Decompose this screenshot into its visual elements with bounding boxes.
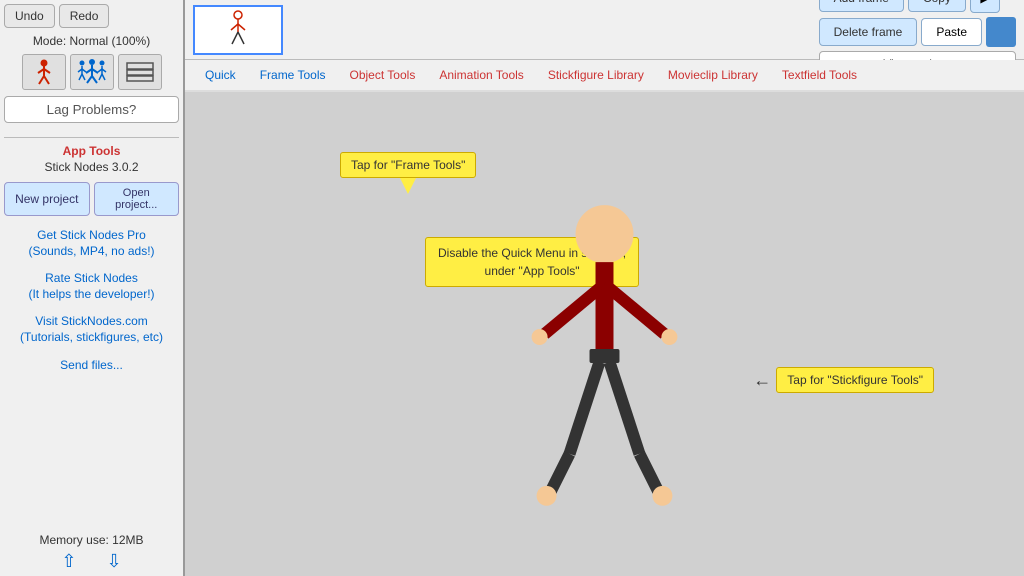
- left-arrow-indicator: ←: [753, 370, 771, 391]
- frame-thumbnail-area: [193, 5, 283, 55]
- stick-person-icon[interactable]: [22, 54, 66, 90]
- visit-button[interactable]: Visit StickNodes.com (Tutorials, stickfi…: [4, 310, 179, 349]
- main-stickfigure: [185, 92, 1024, 576]
- new-project-button[interactable]: New project: [4, 182, 90, 216]
- redo-button[interactable]: Redo: [59, 4, 110, 28]
- layers-icon[interactable]: [118, 54, 162, 90]
- tab-stickfigure-library[interactable]: Stickfigure Library: [536, 62, 656, 88]
- scroll-down-button[interactable]: ⇩: [107, 551, 122, 572]
- copy-button[interactable]: Copy: [908, 0, 966, 12]
- tab-quick[interactable]: Quick: [193, 62, 248, 88]
- send-files-button[interactable]: Send files...: [4, 354, 179, 378]
- top-right-row-1: Add frame Copy ▶: [819, 0, 1016, 13]
- open-project-button[interactable]: Open project...: [94, 182, 180, 216]
- lag-problems-button[interactable]: Lag Problems?: [4, 96, 179, 123]
- undo-button[interactable]: Undo: [4, 4, 55, 28]
- stickfigure-tools-tooltip: Tap for "Stickfigure Tools": [776, 367, 934, 393]
- paste-button[interactable]: Paste: [921, 18, 982, 46]
- canvas-area[interactable]: Tap for "Frame Tools" Disable the Quick …: [185, 92, 1024, 576]
- app-tools-title: App Tools: [4, 144, 179, 158]
- play-button[interactable]: ▶: [970, 0, 1000, 13]
- top-bar: Add frame Copy ▶ Delete frame Paste View…: [185, 0, 1024, 60]
- tab-textfield-tools[interactable]: Textfield Tools: [770, 62, 869, 88]
- tab-bar: Quick Frame Tools Object Tools Animation…: [185, 60, 1024, 92]
- new-open-row: New project Open project...: [4, 182, 179, 216]
- tab-object-tools[interactable]: Object Tools: [338, 62, 428, 88]
- top-right-row-2: Delete frame Paste: [819, 17, 1016, 47]
- icon-row: [4, 54, 179, 90]
- undo-redo-row: Undo Redo: [4, 4, 179, 28]
- group-figures-icon[interactable]: [70, 54, 114, 90]
- right-panel: Add frame Copy ▶ Delete frame Paste View…: [185, 0, 1024, 576]
- sidebar: Undo Redo Mode: Normal (100%): [0, 0, 185, 576]
- mini-stickfigure: [213, 10, 263, 50]
- tab-movieclip-library[interactable]: Movieclip Library: [656, 62, 770, 88]
- get-pro-button[interactable]: Get Stick Nodes Pro (Sounds, MP4, no ads…: [4, 224, 179, 263]
- add-frame-button[interactable]: Add frame: [819, 0, 904, 12]
- memory-label: Memory use: 12MB: [4, 525, 179, 547]
- delete-frame-button[interactable]: Delete frame: [819, 18, 918, 46]
- scroll-arrows: ⇧ ⇩: [4, 551, 179, 572]
- divider-1: [4, 137, 179, 138]
- tab-frame-tools[interactable]: Frame Tools: [248, 62, 338, 88]
- app-tools-version: Stick Nodes 3.0.2: [4, 160, 179, 174]
- mode-label: Mode: Normal (100%): [4, 34, 179, 48]
- stickfigure-tools-tooltip-container: ← Tap for "Stickfigure Tools": [753, 367, 934, 393]
- scroll-up-button[interactable]: ⇧: [61, 551, 76, 572]
- blue-square-icon: [986, 17, 1016, 47]
- tab-animation-tools[interactable]: Animation Tools: [427, 62, 536, 88]
- rate-button[interactable]: Rate Stick Nodes (It helps the developer…: [4, 267, 179, 306]
